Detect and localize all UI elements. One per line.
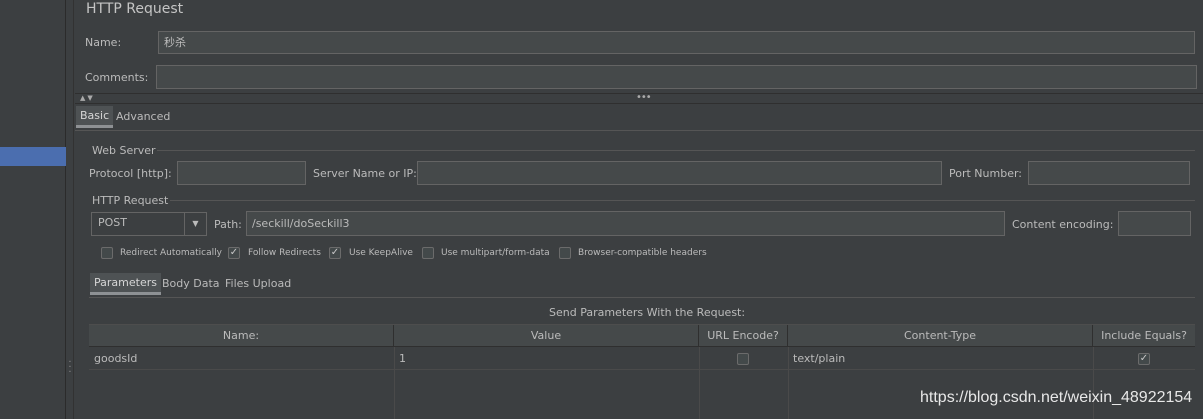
tab-basic[interactable]: Basic — [76, 106, 114, 128]
browser-compatible-checkbox[interactable] — [559, 247, 571, 259]
url-encode-checkbox[interactable] — [737, 353, 749, 365]
section-border — [170, 200, 1195, 201]
server-name-field[interactable] — [417, 161, 942, 185]
content-encoding-field[interactable] — [1118, 211, 1191, 236]
method-select[interactable]: POST ▼ — [91, 212, 207, 236]
name-label: Name: — [85, 36, 122, 49]
include-equals-checkbox[interactable]: ✓ — [1138, 353, 1150, 365]
column-header-include-equals[interactable]: Include Equals? — [1093, 325, 1195, 347]
name-field[interactable]: 秒杀 — [158, 31, 1195, 54]
tab-parameters[interactable]: Parameters — [90, 273, 161, 295]
follow-redirects-label: Follow Redirects — [248, 248, 321, 258]
path-field[interactable]: /seckill/doSeckill3 — [246, 211, 1005, 236]
tree-selected-node[interactable] — [0, 147, 66, 166]
column-header-name[interactable]: Name: — [89, 325, 394, 347]
drag-handle-icon[interactable]: ••• — [636, 92, 652, 103]
use-keepalive-checkbox[interactable]: ✓ — [329, 247, 341, 259]
cell-name[interactable]: goodsId — [89, 348, 394, 370]
comments-label: Comments: — [85, 71, 149, 84]
cell-include-equals: ✓ — [1093, 348, 1195, 370]
redirect-automatically-checkbox[interactable] — [101, 247, 113, 259]
tab-body-data[interactable]: Body Data — [158, 273, 224, 295]
port-number-label: Port Number: — [949, 167, 1023, 180]
follow-redirects-checkbox[interactable]: ✓ — [228, 247, 240, 259]
tab-advanced[interactable]: Advanced — [112, 106, 174, 128]
browser-compatible-label: Browser-compatible headers — [578, 248, 707, 258]
path-label: Path: — [214, 218, 242, 231]
column-header-value[interactable]: Value — [394, 325, 699, 347]
column-header-content-type[interactable]: Content-Type — [788, 325, 1093, 347]
server-name-label: Server Name or IP: — [313, 167, 417, 180]
panel-title: HTTP Request — [86, 1, 184, 17]
tab-files-upload[interactable]: Files Upload — [221, 273, 295, 295]
cell-url-encode — [699, 348, 788, 370]
divider — [89, 297, 1195, 298]
port-number-field[interactable] — [1028, 161, 1190, 185]
test-plan-tree[interactable] — [0, 0, 66, 419]
protocol-field[interactable] — [177, 161, 306, 185]
use-multipart-label: Use multipart/form-data — [441, 248, 550, 258]
content-encoding-label: Content encoding: — [1012, 218, 1114, 231]
comments-field[interactable] — [156, 65, 1197, 89]
section-border — [157, 150, 1195, 151]
cell-value[interactable]: 1 — [394, 348, 699, 370]
column-header-url-encode[interactable]: URL Encode? — [699, 325, 788, 347]
web-server-section-label: Web Server — [92, 144, 156, 157]
divider — [75, 103, 1203, 104]
http-request-section-label: HTTP Request — [92, 194, 169, 207]
chevron-down-icon[interactable]: ▼ — [184, 213, 206, 235]
use-multipart-checkbox[interactable] — [422, 247, 434, 259]
protocol-label: Protocol [http]: — [89, 167, 172, 180]
redirect-automatically-label: Redirect Automatically — [120, 248, 222, 258]
params-table-caption: Send Parameters With the Request: — [549, 306, 746, 319]
use-keepalive-label: Use KeepAlive — [349, 248, 413, 258]
method-select-value: POST — [98, 216, 127, 229]
splitter-grip-icon[interactable]: · · · — [67, 358, 73, 378]
divider — [75, 130, 1203, 131]
watermark-text: https://blog.csdn.net/weixin_48922154 — [920, 389, 1193, 406]
collapse-arrows-icon[interactable]: ▲▼ — [80, 94, 95, 102]
cell-content-type[interactable]: text/plain — [788, 348, 1093, 370]
